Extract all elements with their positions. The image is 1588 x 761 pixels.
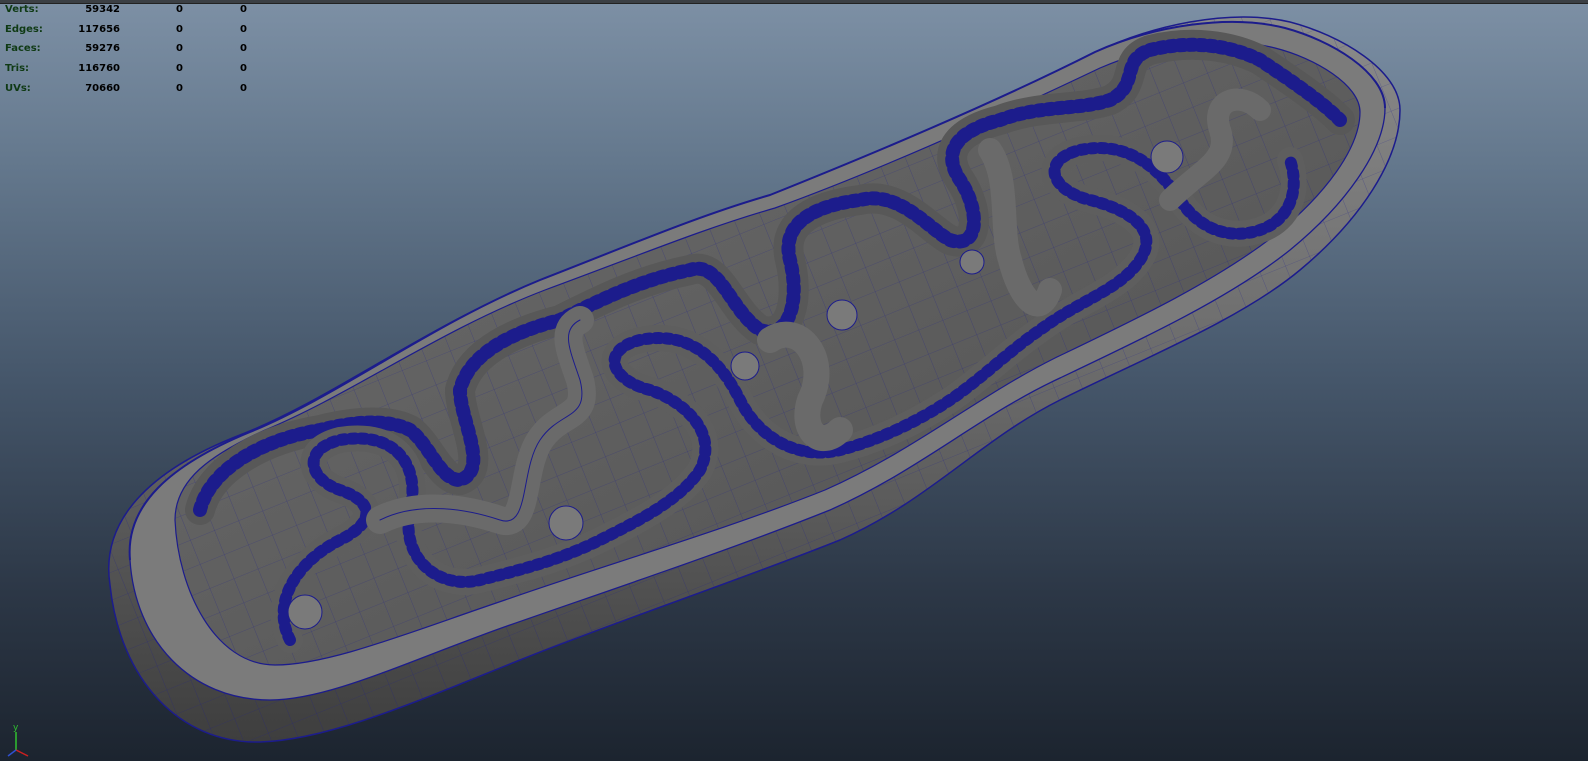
hud-value-selected: 0 [176,83,183,94]
hud-value-total: 117656 [78,24,120,35]
hud-row-tris: Tris: 116760 0 0 [0,60,260,78]
hud-value-selected: 0 [176,24,183,35]
hud-value-selected: 0 [176,43,183,54]
hud-label: Verts: [5,4,39,15]
hud-value-total: 59342 [85,4,120,15]
hud-value-total: 59276 [85,43,120,54]
hud-value-selected: 0 [176,63,183,74]
hud-row-uvs: UVs: 70660 0 0 [0,80,260,98]
hud-row-edges: Edges: 117656 0 0 [0,21,260,39]
inner-cavity-wireframe [175,41,1360,665]
3d-viewport[interactable]: Verts: 59342 0 0 Edges: 117656 0 0 Faces… [0,0,1588,761]
hud-value-total: 116760 [78,63,120,74]
axis-y-label: y [13,723,19,733]
hud-value-component: 0 [240,43,247,54]
hud-label: UVs: [5,83,31,94]
axis-z-line [7,749,17,757]
axis-x-line [15,749,29,757]
hud-value-component: 0 [240,4,247,15]
hud-value-total: 70660 [85,83,120,94]
view-axis-gizmo: y [7,723,29,757]
mitochondrion-mesh-model[interactable] [0,0,1588,761]
hud-label: Faces: [5,43,41,54]
hud-label: Tris: [5,63,30,74]
hud-row-verts: Verts: 59342 0 0 [0,1,260,19]
hud-value-selected: 0 [176,4,183,15]
hud-value-component: 0 [240,63,247,74]
heads-up-display-poly-count: Verts: 59342 0 0 Edges: 117656 0 0 Faces… [0,0,260,100]
hud-row-faces: Faces: 59276 0 0 [0,40,260,58]
hud-label: Edges: [5,24,43,35]
hud-value-component: 0 [240,83,247,94]
hud-value-component: 0 [240,24,247,35]
